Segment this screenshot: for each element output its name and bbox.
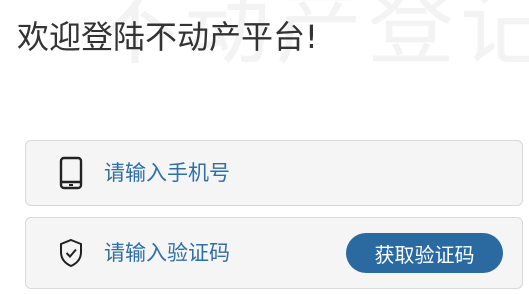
get-code-button[interactable]: 获取验证码 [346,233,503,273]
page-title: 欢迎登陆不动产平台! [17,18,318,56]
login-page: 不动产登记 欢迎登陆不动产平台! 获取验证码 [0,0,529,294]
phone-input[interactable] [104,155,344,191]
verification-code-field[interactable]: 获取验证码 [25,217,523,289]
shield-check-icon [56,236,86,270]
phone-icon [56,156,86,190]
verification-code-input[interactable] [104,235,344,271]
phone-field[interactable] [25,140,523,206]
